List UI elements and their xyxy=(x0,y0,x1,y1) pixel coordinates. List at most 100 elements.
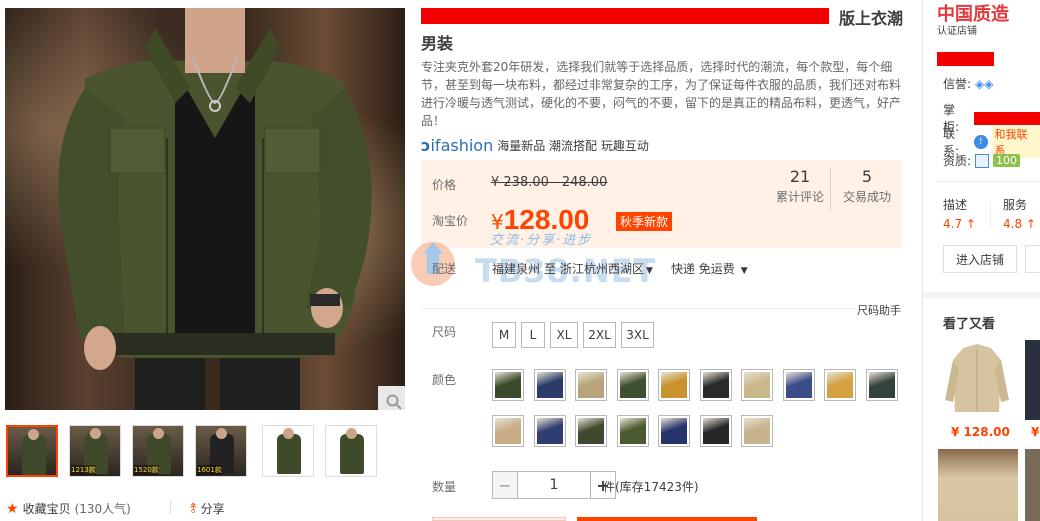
taobao-price-label: 淘宝价 xyxy=(432,214,469,228)
buy-now-button[interactable] xyxy=(432,517,566,521)
color-swatch[interactable] xyxy=(492,415,524,447)
desc-score-value: 4.7 xyxy=(943,217,963,231)
swatch-image xyxy=(536,418,563,444)
color-swatch[interactable] xyxy=(616,415,649,447)
favorite-shop-button[interactable] xyxy=(1025,245,1040,273)
score-divider xyxy=(990,200,991,228)
product-title-tail: 版上衣潮 xyxy=(838,9,903,28)
color-swatch[interactable] xyxy=(782,369,815,401)
size-helper-link[interactable]: 尺码助手 xyxy=(855,302,903,318)
size-label: 尺码 xyxy=(432,325,457,339)
deals-count: 5 xyxy=(861,167,873,186)
add-to-cart-button[interactable] xyxy=(577,517,757,521)
enter-shop-button[interactable]: 进入店铺 xyxy=(943,245,1017,273)
color-swatch[interactable] xyxy=(699,369,732,401)
credit-diamond-icon: ◈◈ xyxy=(975,76,994,91)
swatch-image xyxy=(744,418,770,444)
watermark-slogan: 交流·分享·进步 xyxy=(490,233,593,248)
color-swatch[interactable] xyxy=(824,369,856,401)
reviews-label: 累计评论 xyxy=(775,190,824,204)
section-divider xyxy=(421,308,902,309)
thumbnail-1[interactable] xyxy=(6,425,58,477)
color-swatch[interactable] xyxy=(741,369,773,401)
color-swatch[interactable] xyxy=(865,369,898,401)
product-description: 专注夹克外套20年研发，选择我们就等于选择品质，选择时代的潮流，每个款型，每个细… xyxy=(421,60,902,128)
recommend-item-1-price: ¥ 128.00 xyxy=(951,425,1010,439)
ship-method-select[interactable]: 快递 免运费 ▼ xyxy=(671,260,748,277)
main-product-image[interactable] xyxy=(5,8,405,410)
size-option-3xl[interactable]: 3XL xyxy=(621,322,654,348)
qualification-value: 100 xyxy=(993,154,1021,167)
thumbnail-3[interactable]: 1520款 xyxy=(132,425,184,477)
swatch-image xyxy=(495,372,521,398)
coat-image xyxy=(943,340,1011,420)
chat-icon: ! xyxy=(974,135,988,149)
recommend-item-4[interactable] xyxy=(1025,449,1040,521)
color-swatch[interactable] xyxy=(492,369,524,401)
color-swatch[interactable] xyxy=(575,369,607,401)
qualification-label: 资质: xyxy=(943,154,972,168)
share-icon: ⥉ xyxy=(190,500,197,517)
ship-from: 福建泉州 xyxy=(492,262,541,276)
fav-share-divider xyxy=(170,500,171,514)
color-swatch[interactable] xyxy=(741,415,773,447)
product-title: 版上衣潮 xyxy=(421,8,903,30)
quantity-input[interactable]: 1 xyxy=(518,471,590,499)
color-swatch[interactable] xyxy=(533,415,566,447)
right-section-gap xyxy=(923,292,1040,298)
ifashion-logo: ↄifashion xyxy=(421,136,494,155)
swatch-image xyxy=(661,418,687,444)
reviews-stat[interactable]: 21 累计评论 xyxy=(774,167,826,205)
original-price: ¥ 238.00 - 248.00 xyxy=(491,175,608,190)
zoom-button[interactable] xyxy=(378,386,405,410)
decrease-button[interactable]: − xyxy=(492,471,518,499)
thumbnail-2[interactable]: 1213款 xyxy=(69,425,121,477)
thumbnail-5[interactable] xyxy=(262,425,314,477)
quantity-stepper: − 1 + xyxy=(492,471,616,499)
favorite-count: (130人气) xyxy=(74,502,131,516)
size-option-l[interactable]: L xyxy=(521,322,545,348)
recommend-item-2[interactable] xyxy=(1025,340,1040,420)
qualification-row: 资质: 100 xyxy=(943,152,1021,169)
swatch-image xyxy=(702,372,729,398)
size-option-2xl[interactable]: 2XL xyxy=(583,322,616,348)
swatch-image xyxy=(827,372,853,398)
shop-divider xyxy=(937,181,1040,182)
color-label: 颜色 xyxy=(432,373,457,387)
color-swatch[interactable] xyxy=(616,369,649,401)
ship-to-select[interactable]: 浙江杭州西湖区 ▼ xyxy=(560,260,653,277)
column-divider xyxy=(922,0,923,521)
recommend-item-3[interactable] xyxy=(938,449,1018,521)
ifashion-banner[interactable]: ↄifashion 海量新品 潮流搭配 玩趣互动 xyxy=(421,136,649,155)
license-icon xyxy=(975,153,990,168)
owner-redaction xyxy=(973,111,1040,125)
recommend-item-1[interactable] xyxy=(943,340,1011,420)
price-label: 价格 xyxy=(432,178,457,192)
thumbnail-6[interactable] xyxy=(325,425,377,477)
deals-stat: 5 交易成功 xyxy=(840,167,894,205)
chevron-down-icon: ▼ xyxy=(646,266,653,276)
size-option-xl[interactable]: XL xyxy=(550,322,578,348)
favorite-button[interactable]: ★ 收藏宝贝 (130人气) xyxy=(6,500,131,517)
color-swatch[interactable] xyxy=(699,415,732,447)
size-option-m[interactable]: M xyxy=(492,322,516,348)
color-swatch[interactable] xyxy=(658,415,690,447)
favorite-label: 收藏宝贝 xyxy=(22,502,71,516)
share-button[interactable]: ⥉ 分享 xyxy=(190,500,225,517)
swatch-image xyxy=(868,372,895,398)
swatch-image xyxy=(619,372,646,398)
star-icon: ★ xyxy=(6,500,19,517)
color-swatch[interactable] xyxy=(658,369,690,401)
swatch-image xyxy=(495,418,521,444)
color-swatch[interactable] xyxy=(533,369,566,401)
color-swatch[interactable] xyxy=(575,415,607,447)
thumb-label: 1213款 xyxy=(71,465,96,475)
quality-badge-subtitle: 认证店铺 xyxy=(937,26,977,37)
thumbnail-4[interactable]: 1601款 xyxy=(195,425,247,477)
ifashion-tagline: 海量新品 潮流搭配 玩趣互动 xyxy=(497,139,649,153)
swatch-image xyxy=(578,418,604,444)
recommend-title: 看了又看 xyxy=(943,317,996,332)
shipping-label: 配送 xyxy=(432,262,457,276)
credit-label: 信誉: xyxy=(943,77,972,91)
model-illustration xyxy=(58,8,372,410)
